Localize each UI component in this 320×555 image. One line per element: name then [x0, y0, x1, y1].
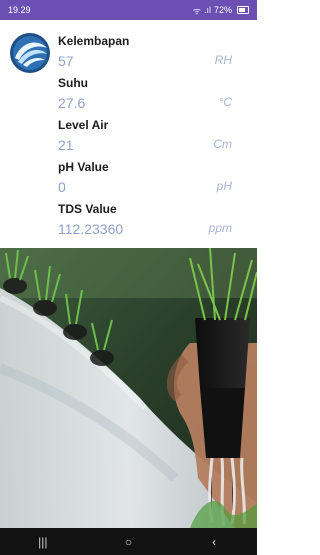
sensor-unit: °C [218, 95, 232, 109]
signal-icon: .ıl [203, 5, 211, 15]
sensor-label: TDS Value [58, 202, 117, 216]
home-icon[interactable]: ○ [108, 535, 148, 549]
sensor-label: Suhu [58, 76, 88, 90]
sensor-tds: TDS Value 112.23360 ppm [58, 202, 248, 244]
back-icon[interactable]: ‹ [194, 535, 234, 549]
sensor-value: 27.6 [58, 95, 86, 111]
sensor-value: 0 [58, 179, 66, 195]
sensor-unit: pH [216, 179, 232, 193]
sensor-value: 112.23360 [58, 221, 124, 237]
navigation-bar: ||| ○ ‹ [0, 528, 257, 555]
status-indicators: ᯤ .ıl 72% [193, 4, 249, 17]
battery-icon [237, 6, 249, 14]
sensor-unit: ppm [208, 221, 232, 235]
hydroponic-photo-art [0, 248, 257, 528]
wifi-icon: ᯤ [192, 5, 201, 16]
sensor-label: Kelembapan [58, 34, 130, 48]
sensor-label: pH Value [58, 160, 109, 174]
sensor-ph: pH Value 0 pH [58, 160, 248, 202]
sensor-humidity: Kelembapan 57 RH [58, 34, 248, 76]
sensor-temperature: Suhu 27.6 °C [58, 76, 248, 118]
recent-apps-icon[interactable]: ||| [23, 535, 63, 549]
sensor-value: 57 [58, 53, 74, 69]
sensor-list: Kelembapan 57 RH Suhu 27.6 °C Level Air … [58, 34, 248, 244]
status-bar: 19.29 ᯤ .ıl 72% [0, 0, 257, 20]
battery-percent: 72% [213, 5, 232, 15]
sensor-value: 21 [58, 137, 74, 153]
sensor-dashboard: Kelembapan 57 RH Suhu 27.6 °C Level Air … [0, 20, 257, 248]
status-time: 19.29 [8, 5, 31, 15]
sensor-water-level: Level Air 21 Cm [58, 118, 248, 160]
sensor-label: Level Air [58, 118, 109, 132]
sensor-unit: RH [214, 53, 232, 67]
app-logo-icon [10, 33, 50, 73]
sensor-unit: Cm [213, 137, 232, 151]
hydroponic-photo [0, 248, 257, 528]
